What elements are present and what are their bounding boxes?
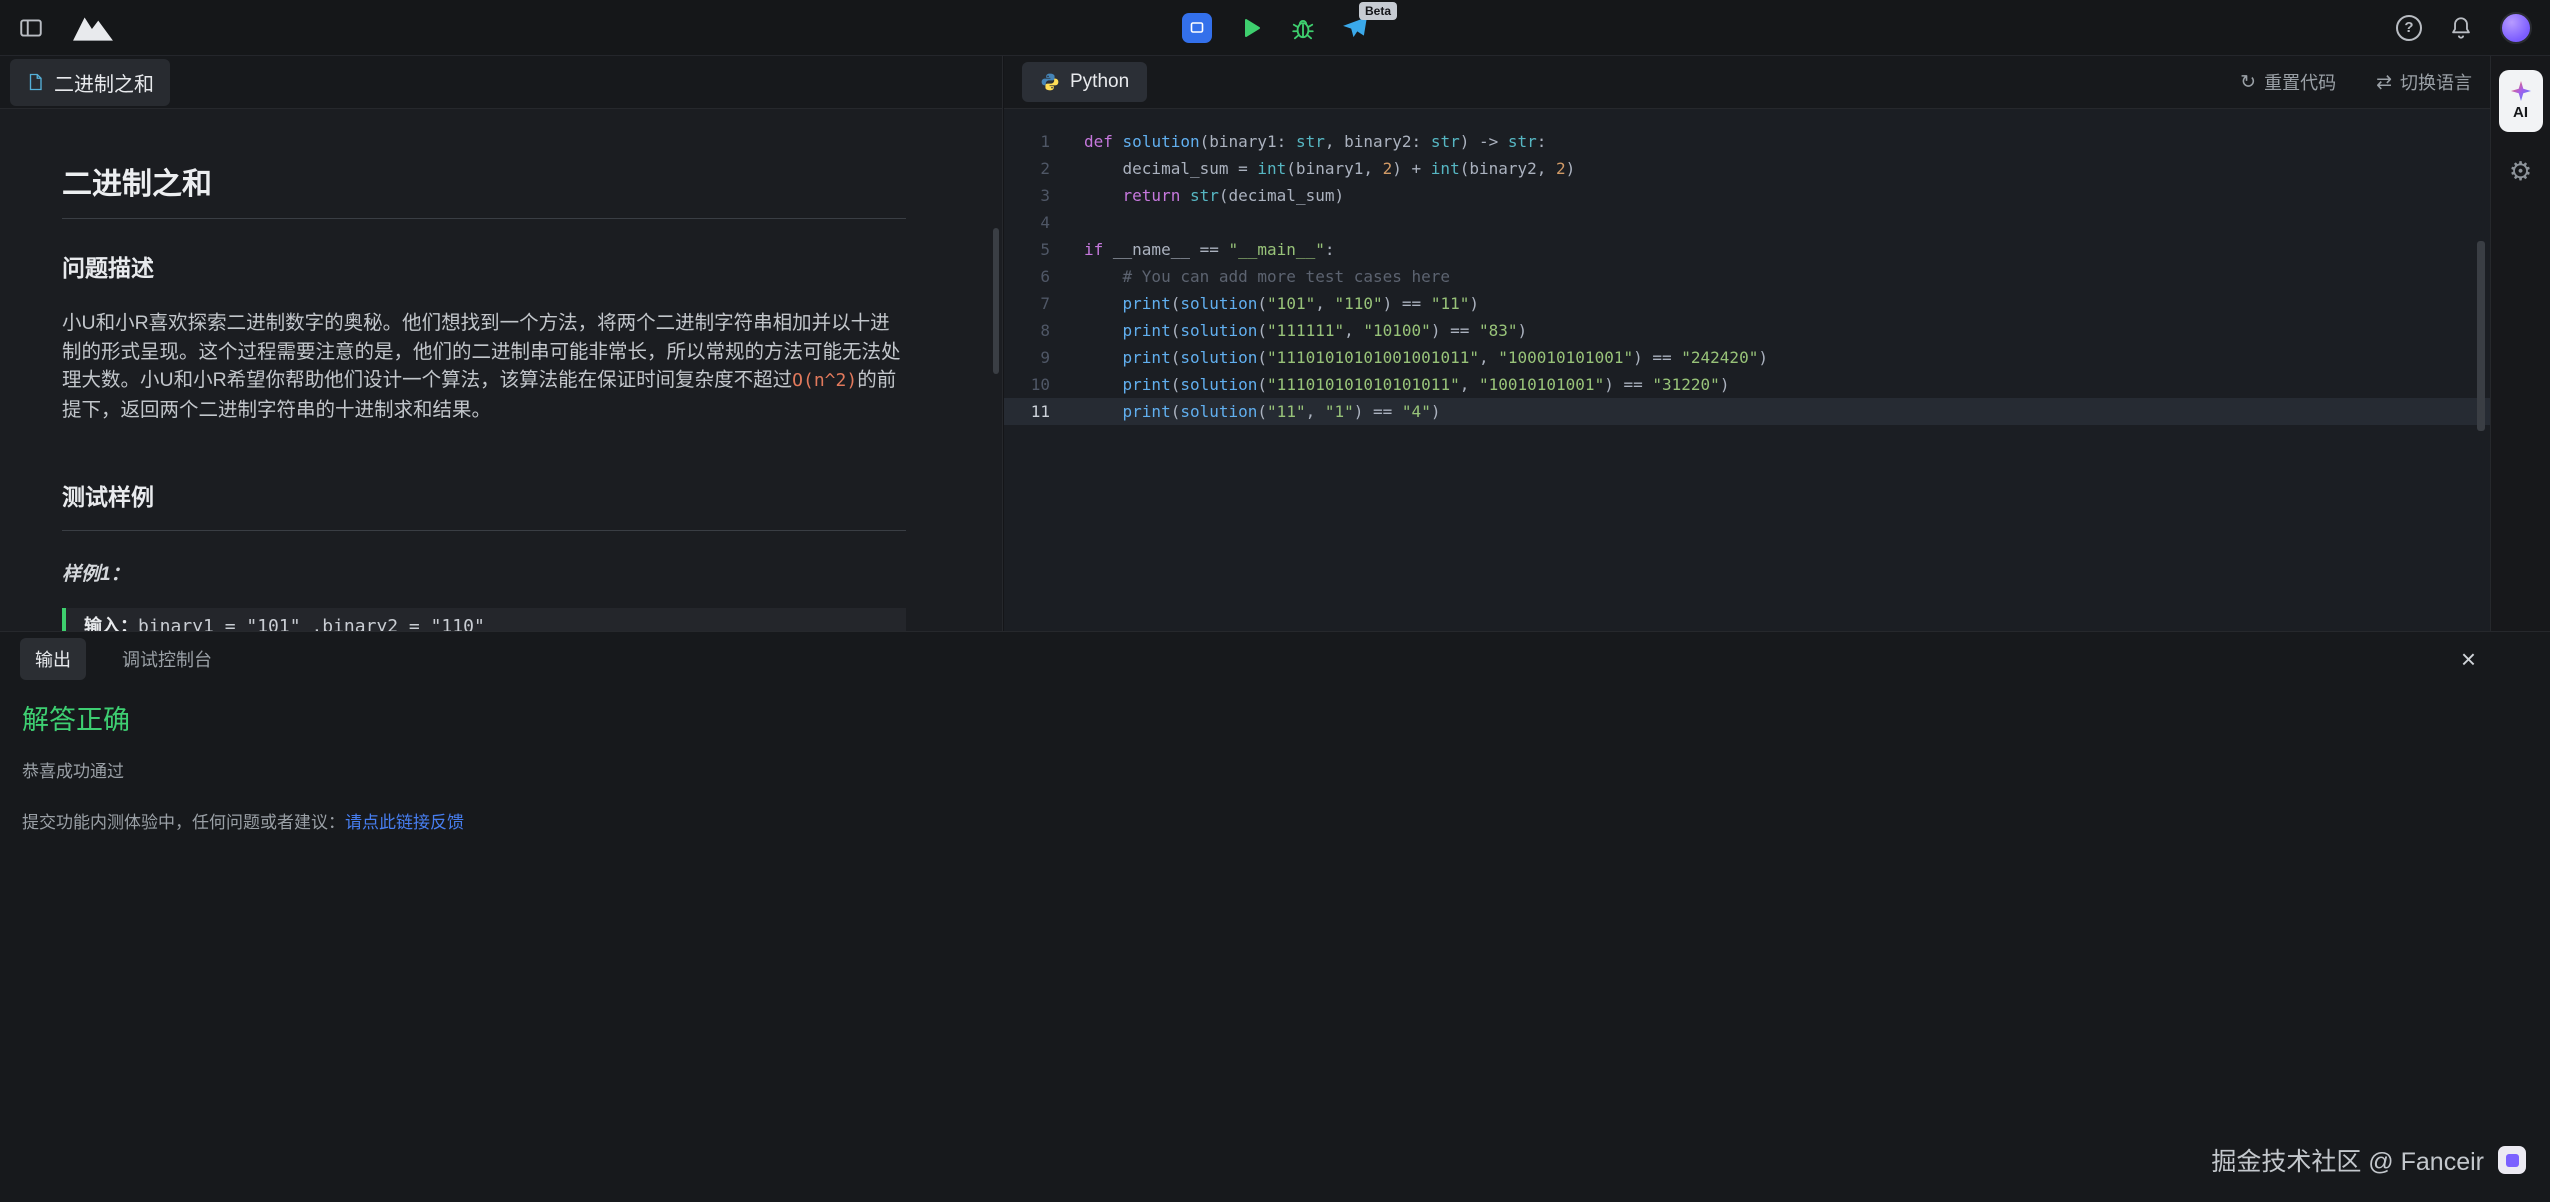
sidebar-toggle-icon[interactable]: [18, 15, 44, 41]
tab-debug-console[interactable]: 调试控制台: [122, 646, 212, 672]
line-number: 10: [1004, 375, 1070, 394]
sample-input-line: 输入：binary1 = "101" ,binary2 = "110": [84, 613, 888, 631]
line-number: 11: [1004, 402, 1070, 421]
code-line[interactable]: 8 print(solution("111111", "10100") == "…: [1004, 317, 2490, 344]
topbar-left: [0, 14, 114, 42]
code-line[interactable]: 4: [1004, 209, 2490, 236]
topbar-right: ?: [2396, 12, 2550, 44]
python-tab[interactable]: Python: [1022, 62, 1147, 102]
problem-tabbar: 二进制之和: [0, 56, 1002, 109]
watermark-text: 掘金技术社区 @ Fanceir: [2211, 1142, 2484, 1178]
output-header: 输出 调试控制台 ×: [0, 632, 2550, 682]
editor-scrollbar[interactable]: [2477, 241, 2485, 431]
ai-button-label: AI: [2513, 104, 2528, 121]
run-play-icon[interactable]: [1238, 15, 1264, 41]
topbar: Beta ?: [0, 0, 2550, 56]
close-icon[interactable]: ×: [2461, 646, 2476, 672]
user-avatar[interactable]: [2500, 12, 2532, 44]
sample-code-block: 输入：binary1 = "101" ,binary2 = "110" 输出：'…: [62, 608, 906, 631]
feedback-link[interactable]: 请点此链接反馈: [345, 813, 464, 832]
problem-body: 二进制之和 问题描述 小U和小R喜欢探索二进制数字的奥秘。他们想找到一个方法，将…: [0, 110, 1002, 631]
workspace-app-icon[interactable]: [1182, 13, 1212, 43]
share-wrap: Beta: [1342, 15, 1368, 41]
code-line[interactable]: 6 # You can add more test cases here: [1004, 263, 2490, 290]
sample-heading: 测试样例: [62, 482, 906, 531]
notifications-bell-icon[interactable]: [2448, 15, 2474, 41]
line-number: 4: [1004, 213, 1070, 232]
line-number: 2: [1004, 159, 1070, 178]
right-tool-strip: AI ⚙: [2490, 56, 2550, 631]
code-line[interactable]: 2 decimal_sum = int(binary1, 2) + int(bi…: [1004, 155, 2490, 182]
sample-label: 样例1：: [62, 559, 906, 586]
problem-desc-heading: 问题描述: [62, 253, 906, 283]
switch-language-icon: ⇄: [2376, 71, 2392, 94]
code-line[interactable]: 10 print(solution("111010101010101011", …: [1004, 371, 2490, 398]
code-line[interactable]: 7 print(solution("101", "110") == "11"): [1004, 290, 2490, 317]
line-number: 9: [1004, 348, 1070, 367]
editor-actions: ↻ 重置代码 ⇄ 切换语言: [2240, 69, 2472, 95]
line-number: 1: [1004, 132, 1070, 151]
python-tab-label: Python: [1070, 71, 1129, 93]
result-subtitle: 恭喜成功通过: [22, 757, 2530, 782]
feedback-text: 提交功能内测体验中，任何问题或者建议：: [22, 813, 345, 832]
python-icon: [1040, 72, 1060, 92]
feedback-line: 提交功能内测体验中，任何问题或者建议：请点此链接反馈: [22, 808, 2530, 833]
help-glyph: ?: [2404, 19, 2413, 36]
reset-icon: ↻: [2240, 71, 2256, 94]
complexity-code: O(n^2): [792, 370, 857, 391]
help-icon[interactable]: ?: [2396, 15, 2422, 41]
editor-tabbar: Python ↻ 重置代码 ⇄ 切换语言: [1004, 56, 2490, 109]
watermark: 掘金技术社区 @ Fanceir: [2211, 1142, 2526, 1178]
result-block: 解答正确 恭喜成功通过 提交功能内测体验中，任何问题或者建议：请点此链接反馈: [0, 682, 2550, 833]
ai-sparkle-icon: [2511, 81, 2531, 101]
line-number: 6: [1004, 267, 1070, 286]
code-line[interactable]: 3 return str(decimal_sum): [1004, 182, 2490, 209]
problem-title: 二进制之和: [62, 166, 906, 219]
line-number: 7: [1004, 294, 1070, 313]
beta-badge: Beta: [1359, 2, 1397, 20]
settings-gear-icon[interactable]: ⚙: [2509, 158, 2532, 184]
switch-language-button[interactable]: ⇄ 切换语言: [2376, 69, 2472, 95]
result-title: 解答正确: [22, 698, 2530, 737]
output-panel: 输出 调试控制台 × 解答正确 恭喜成功通过 提交功能内测体验中，任何问题或者建…: [0, 631, 2550, 1202]
ai-assistant-button[interactable]: AI: [2499, 70, 2543, 132]
code-line[interactable]: 9 print(solution("11101010101001001011",…: [1004, 344, 2490, 371]
code-line[interactable]: 5if __name__ == "__main__":: [1004, 236, 2490, 263]
line-number: 8: [1004, 321, 1070, 340]
editor-panel: Python ↻ 重置代码 ⇄ 切换语言 1def solution(binar…: [1004, 56, 2490, 631]
watermark-icon: [2498, 1146, 2526, 1174]
switch-language-label: 切换语言: [2400, 69, 2472, 95]
reset-code-label: 重置代码: [2264, 69, 2336, 95]
line-number: 5: [1004, 240, 1070, 259]
problem-panel: 二进制之和 二进制之和 问题描述 小U和小R喜欢探索二进制数字的奥秘。他们想找到…: [0, 56, 1003, 631]
editor-code[interactable]: 1def solution(binary1: str, binary2: str…: [1004, 110, 2490, 631]
code-line[interactable]: 1def solution(binary1: str, binary2: str…: [1004, 128, 2490, 155]
problem-tab-label: 二进制之和: [54, 68, 154, 97]
app-logo[interactable]: [72, 14, 114, 42]
problem-description: 小U和小R喜欢探索二进制数字的奥秘。他们想找到一个方法，将两个二进制字符串相加并…: [62, 309, 906, 424]
line-number: 3: [1004, 186, 1070, 205]
code-line[interactable]: 11 print(solution("11", "1") == "4"): [1004, 398, 2490, 425]
problem-scrollbar[interactable]: [993, 228, 999, 374]
debug-bug-icon[interactable]: [1290, 15, 1316, 41]
document-icon: [26, 73, 44, 91]
reset-code-button[interactable]: ↻ 重置代码: [2240, 69, 2336, 95]
topbar-center-tools: Beta: [1182, 0, 1368, 55]
tab-output[interactable]: 输出: [20, 638, 86, 680]
problem-tab[interactable]: 二进制之和: [10, 59, 170, 106]
